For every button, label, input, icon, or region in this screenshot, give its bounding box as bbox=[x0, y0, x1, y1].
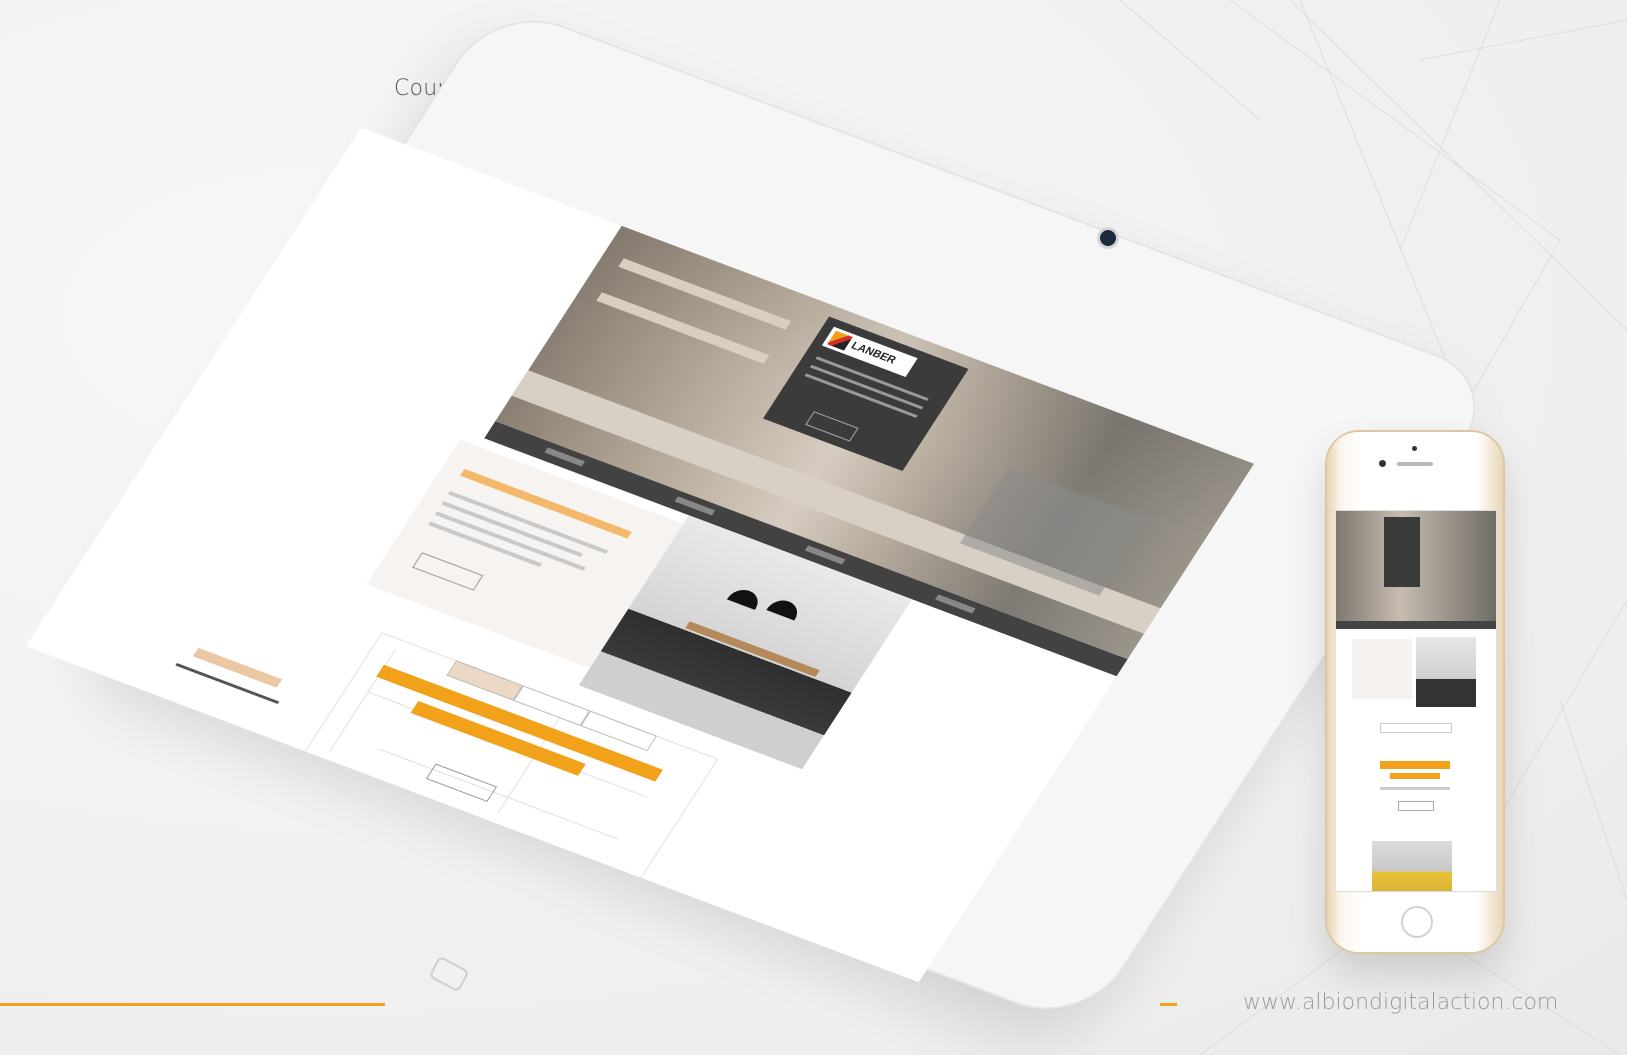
intro-button[interactable] bbox=[805, 411, 859, 442]
phone-heading bbox=[1380, 761, 1450, 769]
phone-hero-panel bbox=[1384, 517, 1420, 587]
phone-screen bbox=[1335, 510, 1497, 892]
our-works-heading bbox=[192, 647, 283, 688]
pendant-lamp bbox=[726, 585, 764, 610]
phone-works-photo bbox=[1372, 841, 1452, 891]
accent-dash bbox=[1160, 1003, 1177, 1006]
phone-hero-image bbox=[1336, 511, 1496, 621]
promo-order-button[interactable] bbox=[412, 552, 484, 591]
tablet-home-button bbox=[428, 955, 470, 993]
phone-front-sensor bbox=[1412, 446, 1417, 451]
phone-promo-section bbox=[1352, 639, 1412, 699]
phone-text-line bbox=[1380, 787, 1450, 790]
phone-order-button bbox=[1398, 801, 1434, 811]
phone-camera-icon bbox=[1379, 460, 1386, 467]
showcase-stage: Country: Germany LANBER bbox=[0, 0, 1627, 1055]
phone-home-button bbox=[1401, 906, 1433, 938]
pendant-lamp bbox=[766, 596, 804, 621]
phone-tabs bbox=[1380, 723, 1452, 733]
phone-kitchen-photo bbox=[1416, 637, 1476, 707]
phone-navbar bbox=[1336, 621, 1496, 629]
site-logo-text: LANBER bbox=[848, 340, 899, 367]
phone-heading-line2 bbox=[1390, 773, 1440, 779]
phone-mockup bbox=[1327, 432, 1503, 952]
website-url: www.albiondigitalaction.com bbox=[1243, 990, 1559, 1015]
promo-text-line bbox=[434, 511, 586, 571]
wood-countertop bbox=[685, 621, 820, 678]
tablet-camera-icon bbox=[1100, 230, 1116, 246]
accent-line bbox=[0, 1003, 385, 1006]
hero-order-form bbox=[959, 466, 1149, 596]
phone-speaker bbox=[1397, 462, 1433, 466]
